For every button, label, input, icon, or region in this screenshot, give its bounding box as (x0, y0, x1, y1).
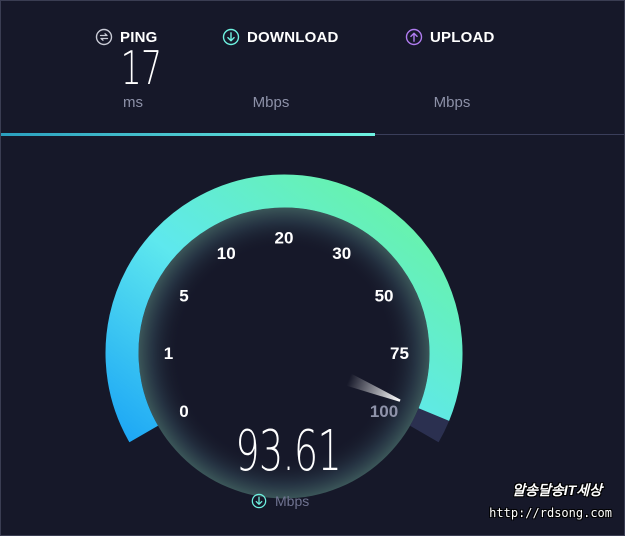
gauge-scale-label-30: 30 (332, 244, 351, 263)
current-speed-unit-row: Mbps (251, 491, 309, 511)
gauge-scale-label-1: 1 (164, 344, 173, 363)
gauge-scale-label-10: 10 (217, 244, 236, 263)
gauge-scale-label-50: 50 (375, 286, 394, 305)
gauge-track (409, 408, 450, 443)
speedtest-panel: PING DOWNLOAD UPLOAD 17 ms Mbps Mbps 0 1… (0, 0, 625, 536)
gauge-scale-label-0: 0 (179, 402, 188, 421)
current-speed-value: 93.61 (235, 419, 342, 484)
current-speed-unit: Mbps (275, 493, 310, 509)
watermark-title: 알송달송IT세상 (512, 482, 602, 498)
gauge-scale-label-5: 5 (179, 286, 188, 305)
gauge-scale-label-20: 20 (275, 229, 294, 248)
gauge-scale-label-75: 75 (390, 344, 409, 363)
watermark-url: http://rdsong.com (489, 506, 612, 520)
gauge-scale-label-100: 100 (370, 402, 398, 421)
download-arrow-icon (251, 493, 267, 509)
